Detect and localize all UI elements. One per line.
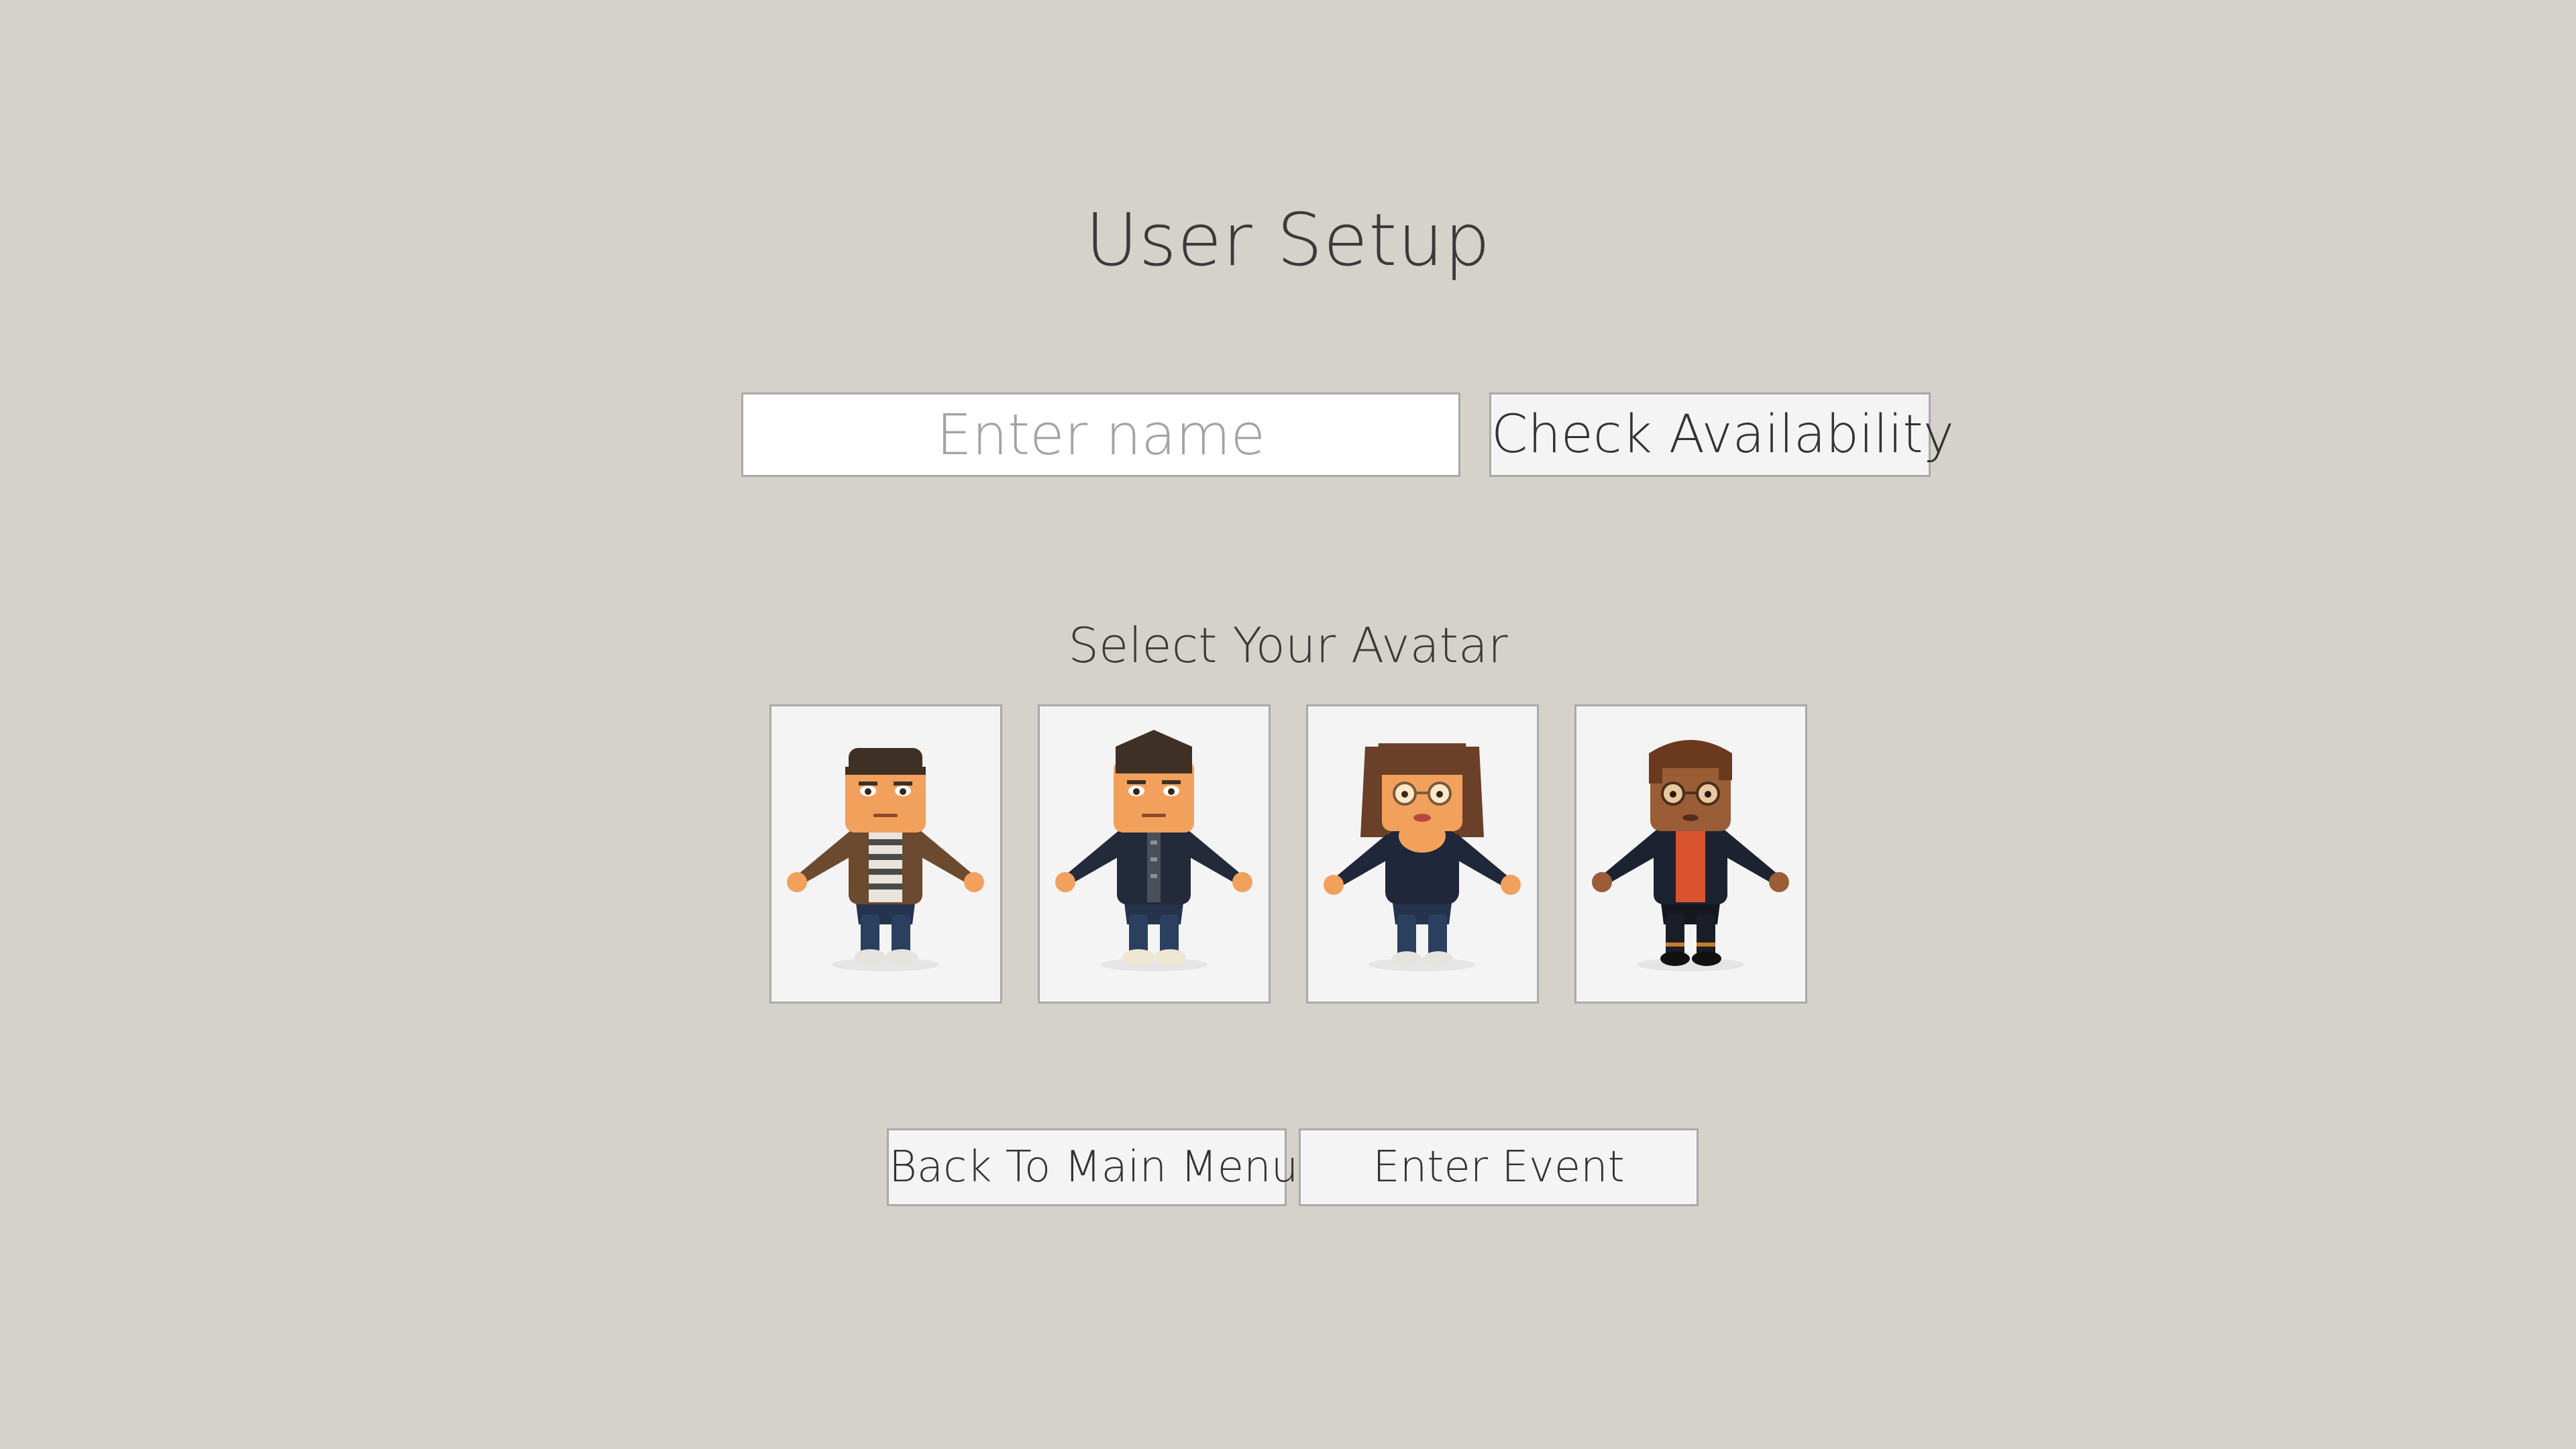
check-availability-button[interactable]: Check Availability (1489, 392, 1954, 477)
avatar-section-label: Select Your Avatar (1068, 617, 1508, 674)
page-title: User Setup (1085, 199, 1491, 282)
avatar-option-3[interactable] (1306, 704, 1539, 1004)
avatar-female-red-top-icon (1592, 740, 1789, 971)
user-setup-screen: { "page": { "title": "User Setup", "back… (0, 0, 2576, 1449)
avatar-option-1[interactable] (769, 704, 1002, 1004)
name-input[interactable] (741, 392, 1460, 477)
avatar-option-2[interactable] (1038, 704, 1271, 1004)
avatar-female-long-hair-icon (1324, 743, 1521, 971)
back-to-main-menu-button[interactable]: Back To Main Menu (887, 1128, 1298, 1206)
avatar-male-dark-jacket-icon (1055, 730, 1252, 971)
enter-event-button[interactable]: Enter Event (1299, 1128, 1699, 1206)
avatar-option-4[interactable] (1574, 704, 1807, 1004)
avatar-male-brown-jacket-icon (787, 748, 984, 971)
